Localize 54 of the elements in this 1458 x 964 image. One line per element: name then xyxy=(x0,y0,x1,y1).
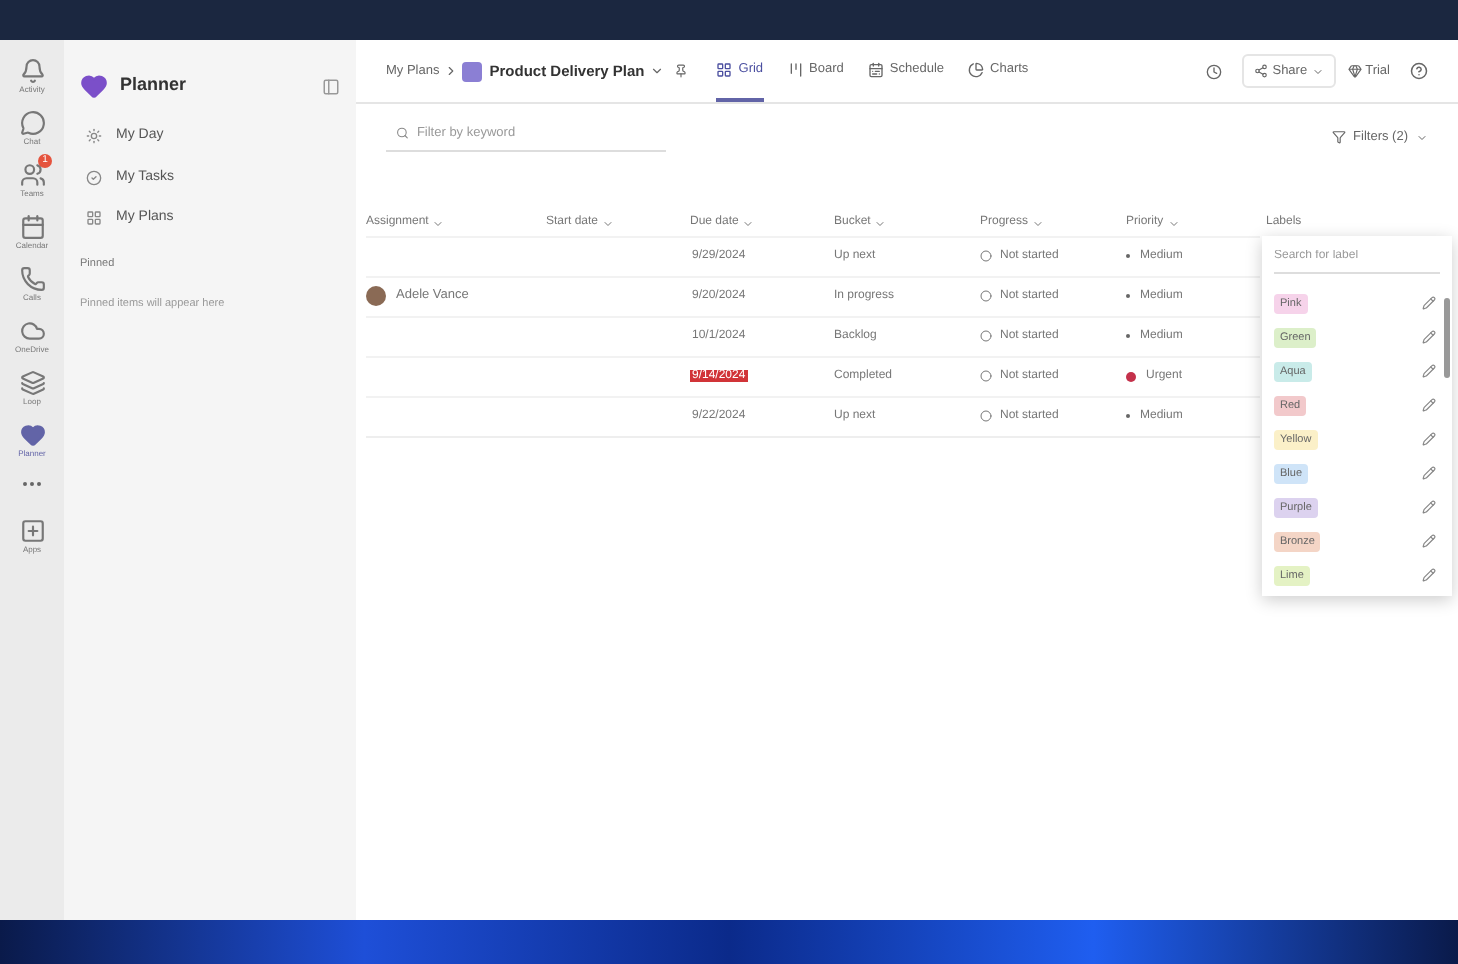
pin-icon[interactable] xyxy=(674,64,689,78)
scrollbar-thumb[interactable] xyxy=(1444,297,1450,378)
chat-icon xyxy=(19,110,45,136)
caret-icon xyxy=(1416,131,1428,144)
pie-chart-icon xyxy=(968,61,985,77)
caret-icon xyxy=(874,217,887,230)
circle-icon xyxy=(980,250,992,263)
collapse-icon[interactable] xyxy=(322,77,340,95)
diamond-icon xyxy=(1347,64,1362,78)
caret-icon[interactable] xyxy=(650,64,665,78)
plus-square-icon xyxy=(19,518,45,544)
avatar xyxy=(366,286,386,307)
calendar-icon xyxy=(867,61,884,77)
caret-icon xyxy=(1032,217,1045,230)
bell-icon xyxy=(19,58,45,84)
caret-icon xyxy=(1167,217,1180,230)
board-icon xyxy=(787,61,804,77)
planner-logo-icon xyxy=(80,72,108,100)
calendar-icon xyxy=(19,214,45,240)
cloud-icon xyxy=(19,318,45,344)
clock-icon[interactable] xyxy=(1206,63,1223,79)
filter-icon xyxy=(1331,130,1346,145)
caret-icon xyxy=(602,217,615,230)
edit-icon[interactable] xyxy=(1422,432,1436,447)
sun-icon xyxy=(86,128,102,145)
people-icon xyxy=(19,162,45,188)
edit-icon[interactable] xyxy=(1422,534,1436,549)
edit-icon[interactable] xyxy=(1422,330,1436,345)
grid-icon xyxy=(86,210,102,227)
edit-icon[interactable] xyxy=(1422,500,1436,515)
edit-icon[interactable] xyxy=(1422,466,1436,481)
urgent-icon xyxy=(1126,371,1136,382)
heart-icon xyxy=(19,422,45,448)
app-title: Planner xyxy=(120,72,187,99)
share-icon xyxy=(1254,64,1269,78)
help-icon[interactable] xyxy=(1410,62,1428,80)
phone-icon xyxy=(19,266,45,292)
caret-icon xyxy=(742,217,755,230)
chevron-icon xyxy=(443,64,458,78)
edit-icon[interactable] xyxy=(1422,568,1436,583)
search-icon xyxy=(396,126,409,141)
plan-icon xyxy=(461,61,482,81)
caret-icon xyxy=(432,217,445,230)
check-circle-icon xyxy=(86,169,102,186)
grid-icon xyxy=(716,61,733,77)
circle-icon xyxy=(980,290,992,303)
circle-icon xyxy=(980,370,992,383)
edit-icon[interactable] xyxy=(1422,364,1436,379)
edit-icon[interactable] xyxy=(1422,398,1436,413)
circle-icon xyxy=(980,330,992,343)
edit-icon[interactable] xyxy=(1422,296,1436,311)
circle-icon xyxy=(980,410,992,423)
caret-icon xyxy=(1311,65,1324,77)
layers-icon xyxy=(19,370,45,396)
